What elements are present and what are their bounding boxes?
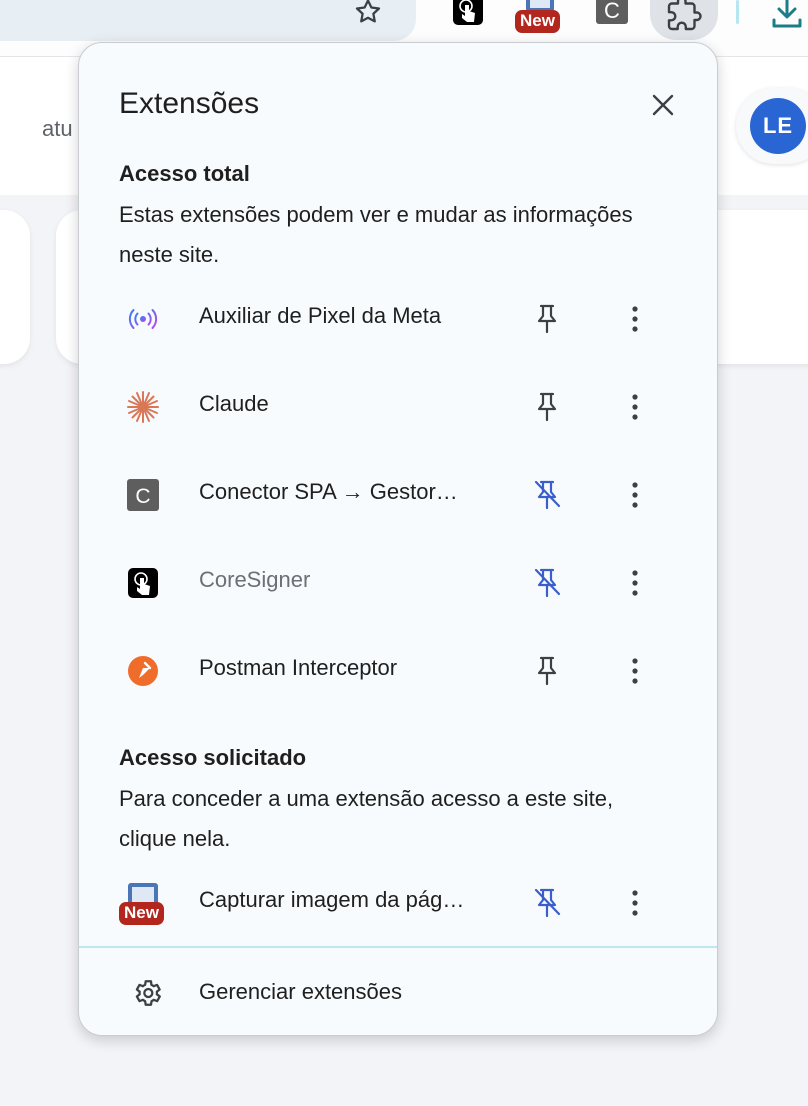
pin-off-icon: [534, 568, 561, 598]
extension-name: Capturar imagem da pág…: [199, 887, 465, 912]
extension-name: Claude: [199, 391, 269, 416]
more-vert-icon: [632, 890, 638, 916]
pin-button[interactable]: [529, 885, 565, 921]
extension-row-meta-pixel[interactable]: Auxiliar de Pixel da Meta: [109, 284, 689, 354]
download-icon[interactable]: [766, 0, 808, 36]
full-access-title: Acesso total: [119, 161, 250, 186]
close-icon: [652, 94, 674, 116]
more-vert-icon: [632, 658, 638, 684]
extension-name: Postman Interceptor: [199, 655, 398, 680]
requested-access-title: Acesso solicitado: [119, 745, 307, 770]
page-card: [0, 210, 30, 364]
claude-icon: [125, 389, 161, 425]
more-options-button[interactable]: [617, 885, 653, 921]
pin-off-icon: [534, 480, 561, 510]
meta-pixel-icon: [125, 301, 161, 337]
extension-row-claude[interactable]: Claude: [109, 372, 689, 442]
conector-icon: C: [125, 477, 161, 513]
more-vert-icon: [632, 570, 638, 596]
more-vert-icon: [632, 482, 638, 508]
avatar: LE: [750, 98, 806, 154]
pin-button[interactable]: [529, 301, 565, 337]
capture-toolbar-icon[interactable]: New: [515, 0, 565, 34]
postman-icon: [125, 653, 161, 689]
new-badge: New: [515, 10, 560, 33]
more-options-button[interactable]: [617, 301, 653, 337]
pin-button[interactable]: [529, 653, 565, 689]
close-button[interactable]: [645, 87, 681, 123]
more-options-button[interactable]: [617, 477, 653, 513]
popup-title: Extensões: [119, 87, 260, 120]
conector-letter: C: [604, 0, 620, 23]
extension-row-capture[interactable]: New Capturar imagem da pág…: [109, 868, 689, 938]
manage-extensions-button[interactable]: Gerenciar extensões: [109, 963, 689, 1023]
profile-button[interactable]: LE: [736, 88, 808, 164]
full-access-description: Estas extensões podem ver e mudar as inf…: [119, 202, 633, 267]
more-options-button[interactable]: [617, 653, 653, 689]
more-vert-icon: [632, 306, 638, 332]
manage-extensions-label: Gerenciar extensões: [199, 979, 402, 1004]
extension-name: Auxiliar de Pixel da Meta: [199, 303, 442, 328]
pin-button[interactable]: [529, 477, 565, 513]
more-options-button[interactable]: [617, 389, 653, 425]
toolbar-separator: [736, 0, 739, 24]
more-vert-icon: [632, 394, 638, 420]
capture-icon: New: [119, 880, 164, 925]
coresigner-toolbar-icon[interactable]: [450, 0, 486, 26]
pin-off-icon: [534, 888, 561, 918]
conector-toolbar-icon[interactable]: C: [594, 0, 630, 26]
extension-row-coresigner[interactable]: CoreSigner: [109, 548, 689, 618]
extension-name: Conector SPA → Gestor…: [199, 479, 458, 504]
extension-name: CoreSigner: [199, 567, 311, 592]
extensions-puzzle-button[interactable]: [650, 0, 718, 40]
divider: [79, 946, 717, 948]
pin-icon: [537, 656, 557, 686]
page-partial-text: atu: [42, 116, 73, 141]
extension-row-postman[interactable]: Postman Interceptor: [109, 636, 689, 706]
pin-button[interactable]: [529, 389, 565, 425]
requested-access-description: Para conceder a uma extensão acesso a es…: [119, 786, 614, 851]
gear-icon: [129, 975, 165, 1011]
coresigner-icon: [125, 565, 161, 601]
extension-row-conector[interactable]: C Conector SPA → Gestor…: [109, 460, 689, 530]
conector-letter: C: [135, 485, 150, 508]
bookmark-star-icon[interactable]: [350, 0, 386, 30]
pin-icon: [537, 392, 557, 422]
extensions-popup: Extensões Acesso total Estas extensões p…: [78, 42, 718, 1036]
more-options-button[interactable]: [617, 565, 653, 601]
new-badge: New: [119, 902, 164, 925]
pin-icon: [537, 304, 557, 334]
pin-button[interactable]: [529, 565, 565, 601]
